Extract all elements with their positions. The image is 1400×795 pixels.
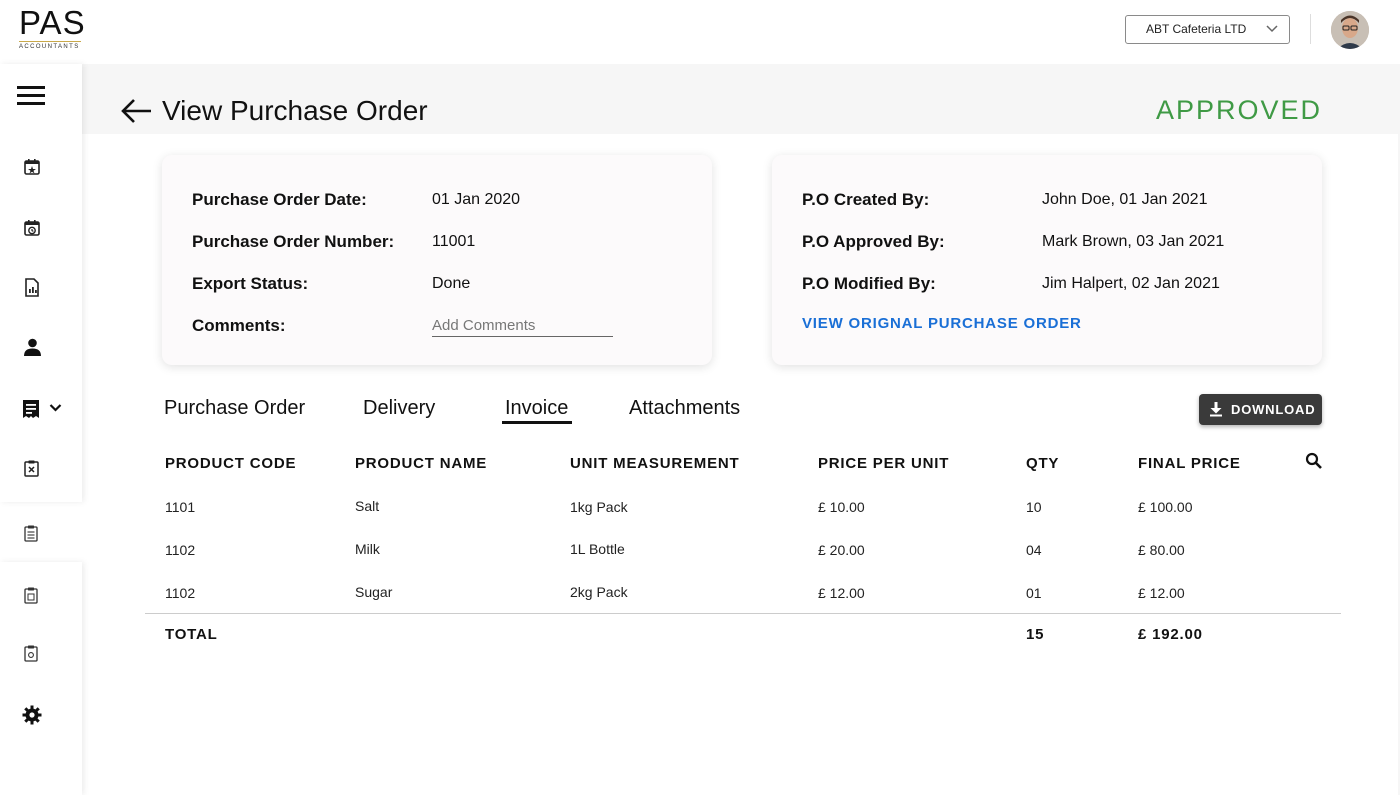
cell-product-name: Milk — [355, 541, 380, 557]
sidebar-nav — [0, 64, 82, 502]
cell-unit: 1kg Pack — [570, 499, 628, 515]
search-icon[interactable] — [1305, 452, 1323, 470]
company-select-value: ABT Cafeteria LTD — [1146, 22, 1247, 36]
chevron-down-icon — [1266, 25, 1278, 33]
column-header: PRODUCT NAME — [355, 455, 488, 472]
cell-qty: 10 — [1026, 499, 1042, 515]
approved-by-value: Mark Brown, 03 Jan 2021 — [1042, 233, 1225, 250]
sidebar-item-cancelled[interactable] — [0, 448, 82, 488]
total-qty: 15 — [1026, 626, 1045, 643]
sidebar-item-calendar-star[interactable] — [0, 146, 82, 186]
cell-unit: 1L Bottle — [570, 541, 625, 557]
created-by-value: John Doe, 01 Jan 2021 — [1042, 191, 1208, 208]
cell-product-name: Salt — [355, 498, 380, 514]
sidebar-item-clipboard-doc[interactable] — [0, 575, 82, 615]
cell-price-per-unit: £ 20.00 — [818, 542, 865, 558]
company-select[interactable]: ABT Cafeteria LTD — [1125, 15, 1290, 44]
cell-product-name: Sugar — [355, 584, 393, 600]
company-logo[interactable]: PAS ACCOUNTANTS — [19, 4, 86, 52]
download-icon — [1210, 402, 1222, 417]
tab-delivery[interactable]: Delivery — [363, 397, 435, 420]
logo-text: PAS — [19, 4, 86, 41]
po-date-label: Purchase Order Date: — [192, 190, 367, 209]
logo-subtext: ACCOUNTANTS — [19, 44, 80, 50]
cell-final-price: £ 80.00 — [1138, 542, 1185, 558]
cell-qty: 01 — [1026, 585, 1042, 601]
sidebar-item-clipboard-list[interactable] — [0, 513, 82, 553]
export-status-label: Export Status: — [192, 274, 309, 293]
cell-qty: 04 — [1026, 542, 1042, 558]
cell-final-price: £ 100.00 — [1138, 499, 1193, 515]
created-by-label: P.O Created By: — [802, 190, 930, 209]
clipboard-list-icon — [24, 525, 38, 542]
sidebar-item-settings[interactable] — [0, 695, 82, 735]
sidebar-nav-lower — [0, 562, 82, 795]
calendar-star-icon — [24, 159, 40, 175]
clipboard-x-icon — [24, 460, 39, 477]
cell-product-code: 1102 — [165, 585, 196, 601]
settings-gear-icon — [22, 705, 42, 725]
comments-label: Comments: — [192, 316, 286, 335]
page-title: View Purchase Order — [162, 95, 428, 126]
tab-purchase-order[interactable]: Purchase Order — [164, 397, 305, 420]
po-number-label: Purchase Order Number: — [192, 232, 395, 251]
sidebar-item-calendar-clock[interactable] — [0, 207, 82, 247]
cell-price-per-unit: £ 12.00 — [818, 585, 865, 601]
po-date-value: 01 Jan 2020 — [432, 191, 521, 208]
cell-product-code: 1101 — [165, 499, 196, 515]
column-header: PRICE PER UNIT — [818, 455, 950, 472]
back-arrow-icon[interactable] — [120, 97, 152, 125]
active-tab-indicator — [502, 421, 572, 424]
modified-by-label: P.O Modified By: — [802, 274, 936, 293]
header-divider — [1310, 14, 1311, 44]
order-info-card: Purchase Order Date: 01 Jan 2020 Purchas… — [162, 155, 712, 365]
total-price: £ 192.00 — [1138, 626, 1203, 643]
calendar-clock-icon — [24, 220, 40, 236]
menu-toggle[interactable] — [0, 76, 82, 116]
user-avatar[interactable] — [1331, 11, 1369, 49]
audit-info-card: P.O Created By: John Doe, 01 Jan 2021 P.… — [772, 155, 1322, 365]
tab-attachments[interactable]: Attachments — [629, 397, 740, 420]
clipboard-gear-icon — [24, 645, 38, 662]
download-button[interactable]: DOWNLOAD — [1199, 394, 1322, 425]
modified-by-value: Jim Halpert, 02 Jan 2021 — [1042, 275, 1220, 292]
chevron-down-icon — [49, 404, 62, 412]
export-status-value: Done — [432, 275, 471, 292]
download-label: DOWNLOAD — [1231, 402, 1316, 417]
logo-underline — [19, 41, 81, 42]
top-bar: PAS ACCOUNTANTS ABT Cafeteria LTD — [0, 0, 1400, 64]
cell-price-per-unit: £ 10.00 — [818, 499, 865, 515]
column-header: PRODUCT CODE — [165, 455, 297, 472]
avatar-image — [1331, 11, 1369, 49]
sidebar-item-orders[interactable] — [0, 388, 82, 428]
receipt-icon — [23, 400, 39, 418]
approved-by-label: P.O Approved By: — [802, 232, 945, 251]
status-badge: APPROVED — [1155, 95, 1322, 125]
po-number-value: 11001 — [432, 233, 476, 250]
sidebar-item-clipboard-gear[interactable] — [0, 633, 82, 673]
document-chart-icon — [25, 278, 39, 297]
column-header: QTY — [1026, 455, 1060, 472]
cell-final-price: £ 12.00 — [1138, 585, 1185, 601]
column-header: UNIT MEASUREMENT — [570, 455, 740, 472]
sidebar-item-users[interactable] — [0, 327, 82, 367]
table-divider — [145, 613, 1341, 614]
person-icon — [24, 338, 41, 356]
view-original-po-link[interactable]: VIEW ORIGNAL PURCHASE ORDER — [802, 315, 1082, 332]
clipboard-doc-icon — [24, 587, 38, 604]
cell-product-code: 1102 — [165, 542, 196, 558]
total-label: TOTAL — [165, 626, 218, 643]
cell-unit: 2kg Pack — [570, 584, 628, 600]
sidebar-item-reports[interactable] — [0, 267, 82, 307]
tab-invoice[interactable]: Invoice — [505, 397, 568, 420]
comments-field[interactable] — [432, 315, 613, 337]
menu-icon — [17, 86, 45, 105]
column-header: FINAL PRICE — [1138, 455, 1241, 472]
